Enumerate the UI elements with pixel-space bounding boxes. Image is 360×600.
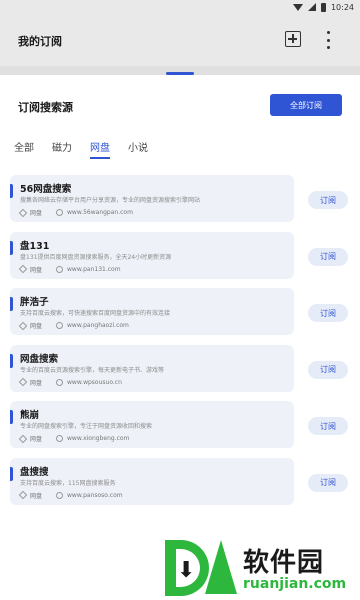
more-vertical-icon[interactable] xyxy=(320,31,336,49)
source-description: 专业的网盘搜索引擎，专注于网盘资源收回和搜索 xyxy=(20,423,153,430)
download-arrow-icon: ⬇ xyxy=(177,558,196,583)
link-icon xyxy=(56,378,64,386)
watermark-text-en: ruanjian.com xyxy=(243,576,347,592)
source-card[interactable]: 盘搜搜 支持百度云搜索，115网盘搜索服务网盘 www.pansoso.com xyxy=(10,457,294,505)
tag-icon xyxy=(18,490,28,500)
watermark-text-cn: 软件园 xyxy=(243,548,325,578)
section-title: 订阅搜索源 xyxy=(18,101,73,114)
card-accent-bar xyxy=(10,466,13,481)
app-bar: 我的订阅 xyxy=(0,14,360,66)
watermark-logo: ⬇ 软件园 ruanjian.com xyxy=(165,538,355,598)
source-card[interactable]: 胖浩子支持百度云搜索，可快速搜索百度网盘资源中的有效连接网盘 www.pangha… xyxy=(10,288,294,335)
source-card[interactable]: 56网盘搜索搜集各网络云存储平台用户分享资源，专业的网盘资源搜索引擎网站网盘 ww… xyxy=(10,175,294,222)
source-meta: 网盘 www.panghaozi.com xyxy=(18,321,129,330)
subscribe-button[interactable]: 订阅 xyxy=(308,247,348,266)
battery-icon xyxy=(320,2,326,12)
link-icon xyxy=(56,322,64,329)
source-card[interactable]: 盘131 盘131提供百度网盘资源搜索服务，全天24小时更新资源网盘 www.pan… xyxy=(10,231,294,279)
subscribe-all-button[interactable]: 全部订阅 xyxy=(270,94,342,116)
source-meta: 网盘 www.xiongbeng.com xyxy=(18,434,130,443)
source-card[interactable]: 网盘搜索 专业的百度云资源搜索引擎，每天更新电子书、游戏等网盘 www.wpsous… xyxy=(10,344,294,392)
link-icon xyxy=(56,491,64,499)
source-meta: 网盘 www.56wangpan.com xyxy=(18,208,133,217)
card-accent-bar xyxy=(10,353,13,368)
source-description: 支持百度云搜索，115网盘搜索服务 xyxy=(20,479,116,487)
source-tag: 网盘 xyxy=(30,323,43,330)
source-tag: 网盘 xyxy=(30,436,43,443)
source-tag: 网盘 xyxy=(30,379,43,387)
tag-icon xyxy=(18,264,28,274)
link-icon xyxy=(56,209,64,216)
source-url: www.xiongbeng.com xyxy=(67,435,130,442)
subscribe-button[interactable]: 订阅 xyxy=(308,473,348,492)
source-meta: 网盘 www.pansoso.com xyxy=(18,490,123,500)
card-accent-bar xyxy=(10,297,13,311)
source-card[interactable]: 熊崩专业的网盘搜索引擎，专注于网盘资源收回和搜索网盘 www.xiongbeng.… xyxy=(10,401,294,448)
source-name: 盘搜搜 xyxy=(20,466,49,478)
source-url: www.pan131.com xyxy=(67,265,121,273)
subscribe-button[interactable]: 订阅 xyxy=(308,191,348,209)
source-meta: 网盘 www.wpsousuo.cn xyxy=(18,377,122,387)
tag-icon xyxy=(18,208,28,217)
status-icons: 10:24 xyxy=(292,0,354,14)
source-url: www.56wangpan.com xyxy=(67,209,133,216)
tab-2[interactable]: 网盘 xyxy=(90,139,110,159)
subscribe-button[interactable]: 订阅 xyxy=(308,360,348,379)
category-tabs: 全部 磁力 网盘 小说 xyxy=(14,139,148,159)
tab-0[interactable]: 全部 xyxy=(14,139,34,159)
wifi-icon xyxy=(292,3,303,11)
plus-square-icon[interactable] xyxy=(285,31,301,47)
source-meta: 网盘 www.pan131.com xyxy=(18,264,121,274)
signal-icon xyxy=(307,3,316,11)
subscribe-button[interactable]: 订阅 xyxy=(308,304,348,322)
status-bar: 10:24 xyxy=(0,0,360,14)
tab-3[interactable]: 小说 xyxy=(128,139,148,159)
source-url: www.panghaozi.com xyxy=(67,322,129,329)
subscribe-button[interactable]: 订阅 xyxy=(308,417,348,435)
card-accent-bar xyxy=(10,184,13,198)
tab-1[interactable]: 磁力 xyxy=(52,139,72,159)
card-accent-bar xyxy=(10,240,13,255)
source-description: 搜集各网络云存储平台用户分享资源，专业的网盘资源搜索引擎网站 xyxy=(20,197,201,204)
source-tag: 网盘 xyxy=(30,266,43,274)
source-url: www.pansoso.com xyxy=(67,491,123,499)
banner-indicator xyxy=(166,72,194,75)
link-icon xyxy=(56,435,64,442)
source-description: 盘131提供百度网盘资源搜索服务，全天24小时更新资源 xyxy=(20,253,172,261)
source-name: 盘131 xyxy=(20,240,50,252)
source-name: 胖浩子 xyxy=(20,297,49,308)
source-tag: 网盘 xyxy=(30,492,43,500)
page-title: 我的订阅 xyxy=(18,35,62,48)
link-icon xyxy=(56,265,64,273)
source-description: 专业的百度云资源搜索引擎，每天更新电子书、游戏等 xyxy=(20,366,165,374)
tag-icon xyxy=(18,434,28,443)
tag-icon xyxy=(18,321,28,330)
source-name: 熊崩 xyxy=(20,410,40,421)
tag-icon xyxy=(18,377,28,387)
watermark-a-shape xyxy=(205,540,237,594)
source-url: www.wpsousuo.cn xyxy=(67,378,122,386)
source-tag: 网盘 xyxy=(30,210,43,217)
source-description: 支持百度云搜索，可快速搜索百度网盘资源中的有效连接 xyxy=(20,310,171,317)
source-name: 56网盘搜索 xyxy=(20,184,72,195)
card-accent-bar xyxy=(10,410,13,424)
source-name: 网盘搜索 xyxy=(20,353,59,365)
status-time: 10:24 xyxy=(330,2,354,12)
